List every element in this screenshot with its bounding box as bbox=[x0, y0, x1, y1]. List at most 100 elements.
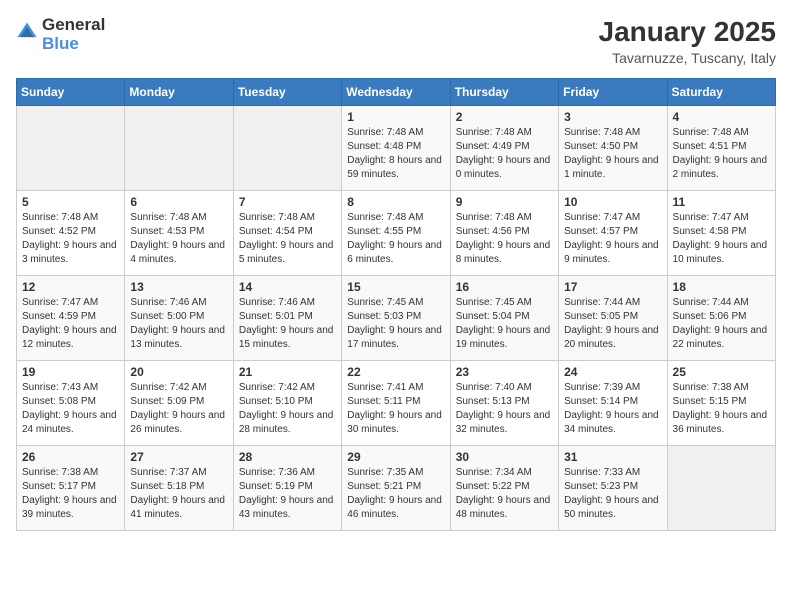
calendar-cell: 29 Sunrise: 7:35 AMSunset: 5:21 PMDayligh… bbox=[342, 446, 450, 531]
day-number: 20 bbox=[130, 365, 227, 379]
day-info: Sunrise: 7:38 AMSunset: 5:17 PMDaylight:… bbox=[22, 466, 119, 522]
weekday-header-row: SundayMondayTuesdayWednesdayThursdayFrid… bbox=[17, 79, 776, 106]
day-number: 6 bbox=[130, 195, 227, 209]
day-info: Sunrise: 7:48 AMSunset: 4:54 PMDaylight:… bbox=[239, 211, 336, 267]
week-row-5: 26 Sunrise: 7:38 AMSunset: 5:17 PMDayligh… bbox=[17, 446, 776, 531]
month-title: January 2025 bbox=[599, 16, 776, 48]
day-number: 29 bbox=[347, 450, 444, 464]
day-number: 2 bbox=[456, 110, 553, 124]
day-info: Sunrise: 7:48 AMSunset: 4:56 PMDaylight:… bbox=[456, 211, 553, 267]
calendar-cell: 31 Sunrise: 7:33 AMSunset: 5:23 PMDayligh… bbox=[559, 446, 667, 531]
day-number: 21 bbox=[239, 365, 336, 379]
day-info: Sunrise: 7:46 AMSunset: 5:00 PMDaylight:… bbox=[130, 296, 227, 352]
day-number: 9 bbox=[456, 195, 553, 209]
day-info: Sunrise: 7:48 AMSunset: 4:52 PMDaylight:… bbox=[22, 211, 119, 267]
calendar-cell: 11Sunrise: 7:47 AMSunset: 4:58 PMDayligh… bbox=[667, 191, 775, 276]
calendar-cell bbox=[17, 106, 125, 191]
week-row-3: 12 Sunrise: 7:47 AMSunset: 4:59 PMDayligh… bbox=[17, 276, 776, 361]
calendar-table: SundayMondayTuesdayWednesdayThursdayFrid… bbox=[16, 78, 776, 531]
calendar-cell: 24Sunrise: 7:39 AMSunset: 5:14 PMDayligh… bbox=[559, 361, 667, 446]
day-info: Sunrise: 7:48 AMSunset: 4:48 PMDaylight:… bbox=[347, 126, 444, 182]
weekday-header-wednesday: Wednesday bbox=[342, 79, 450, 106]
calendar-cell: 28 Sunrise: 7:36 AMSunset: 5:19 PMDayligh… bbox=[233, 446, 341, 531]
weekday-header-saturday: Saturday bbox=[667, 79, 775, 106]
day-info: Sunrise: 7:48 AMSunset: 4:50 PMDaylight:… bbox=[564, 126, 661, 182]
calendar-cell: 17 Sunrise: 7:44 AMSunset: 5:05 PMDayligh… bbox=[559, 276, 667, 361]
calendar-cell bbox=[125, 106, 233, 191]
location-title: Tavarnuzze, Tuscany, Italy bbox=[599, 50, 776, 66]
day-info: Sunrise: 7:42 AMSunset: 5:10 PMDaylight:… bbox=[239, 381, 336, 437]
day-number: 27 bbox=[130, 450, 227, 464]
day-number: 17 bbox=[564, 280, 661, 294]
day-number: 1 bbox=[347, 110, 444, 124]
week-row-4: 19 Sunrise: 7:43 AMSunset: 5:08 PMDayligh… bbox=[17, 361, 776, 446]
day-info: Sunrise: 7:38 AMSunset: 5:15 PMDaylight:… bbox=[673, 381, 770, 437]
day-number: 19 bbox=[22, 365, 119, 379]
day-info: Sunrise: 7:47 AMSunset: 4:59 PMDaylight:… bbox=[22, 296, 119, 352]
day-info: Sunrise: 7:45 AMSunset: 5:03 PMDaylight:… bbox=[347, 296, 444, 352]
calendar-cell: 18 Sunrise: 7:44 AMSunset: 5:06 PMDayligh… bbox=[667, 276, 775, 361]
day-number: 15 bbox=[347, 280, 444, 294]
calendar-cell: 1 Sunrise: 7:48 AMSunset: 4:48 PMDaylight… bbox=[342, 106, 450, 191]
calendar-cell: 19 Sunrise: 7:43 AMSunset: 5:08 PMDayligh… bbox=[17, 361, 125, 446]
day-info: Sunrise: 7:44 AMSunset: 5:06 PMDaylight:… bbox=[673, 296, 770, 352]
day-info: Sunrise: 7:36 AMSunset: 5:19 PMDaylight:… bbox=[239, 466, 336, 522]
day-number: 23 bbox=[456, 365, 553, 379]
day-info: Sunrise: 7:44 AMSunset: 5:05 PMDaylight:… bbox=[564, 296, 661, 352]
calendar-cell: 30 Sunrise: 7:34 AMSunset: 5:22 PMDayligh… bbox=[450, 446, 558, 531]
day-info: Sunrise: 7:47 AMSunset: 4:58 PMDaylight:… bbox=[673, 211, 770, 267]
weekday-header-tuesday: Tuesday bbox=[233, 79, 341, 106]
calendar-cell: 16Sunrise: 7:45 AMSunset: 5:04 PMDayligh… bbox=[450, 276, 558, 361]
week-row-1: 1 Sunrise: 7:48 AMSunset: 4:48 PMDaylight… bbox=[17, 106, 776, 191]
day-info: Sunrise: 7:46 AMSunset: 5:01 PMDaylight:… bbox=[239, 296, 336, 352]
logo-blue-text: Blue bbox=[42, 35, 105, 54]
day-info: Sunrise: 7:43 AMSunset: 5:08 PMDaylight:… bbox=[22, 381, 119, 437]
calendar-cell: 25Sunrise: 7:38 AMSunset: 5:15 PMDayligh… bbox=[667, 361, 775, 446]
logo-icon bbox=[16, 21, 38, 43]
day-number: 13 bbox=[130, 280, 227, 294]
calendar-cell: 9 Sunrise: 7:48 AMSunset: 4:56 PMDaylight… bbox=[450, 191, 558, 276]
calendar-cell: 6 Sunrise: 7:48 AMSunset: 4:53 PMDaylight… bbox=[125, 191, 233, 276]
calendar-cell: 3Sunrise: 7:48 AMSunset: 4:50 PMDaylight… bbox=[559, 106, 667, 191]
calendar-cell: 15 Sunrise: 7:45 AMSunset: 5:03 PMDayligh… bbox=[342, 276, 450, 361]
day-number: 18 bbox=[673, 280, 770, 294]
day-number: 31 bbox=[564, 450, 661, 464]
day-info: Sunrise: 7:35 AMSunset: 5:21 PMDaylight:… bbox=[347, 466, 444, 522]
day-number: 22 bbox=[347, 365, 444, 379]
day-info: Sunrise: 7:48 AMSunset: 4:49 PMDaylight:… bbox=[456, 126, 553, 182]
calendar-cell bbox=[667, 446, 775, 531]
weekday-header-sunday: Sunday bbox=[17, 79, 125, 106]
day-info: Sunrise: 7:41 AMSunset: 5:11 PMDaylight:… bbox=[347, 381, 444, 437]
page-header: General Blue January 2025 Tavarnuzze, Tu… bbox=[16, 16, 776, 66]
day-number: 24 bbox=[564, 365, 661, 379]
calendar-cell: 14 Sunrise: 7:46 AMSunset: 5:01 PMDayligh… bbox=[233, 276, 341, 361]
day-info: Sunrise: 7:40 AMSunset: 5:13 PMDaylight:… bbox=[456, 381, 553, 437]
day-number: 12 bbox=[22, 280, 119, 294]
calendar-cell: 23 Sunrise: 7:40 AMSunset: 5:13 PMDayligh… bbox=[450, 361, 558, 446]
day-info: Sunrise: 7:47 AMSunset: 4:57 PMDaylight:… bbox=[564, 211, 661, 267]
day-info: Sunrise: 7:34 AMSunset: 5:22 PMDaylight:… bbox=[456, 466, 553, 522]
day-number: 30 bbox=[456, 450, 553, 464]
weekday-header-monday: Monday bbox=[125, 79, 233, 106]
day-number: 14 bbox=[239, 280, 336, 294]
calendar-cell: 27Sunrise: 7:37 AMSunset: 5:18 PMDayligh… bbox=[125, 446, 233, 531]
logo-general-text: General bbox=[42, 16, 105, 35]
day-info: Sunrise: 7:33 AMSunset: 5:23 PMDaylight:… bbox=[564, 466, 661, 522]
logo: General Blue bbox=[16, 16, 105, 53]
day-number: 28 bbox=[239, 450, 336, 464]
calendar-cell: 7 Sunrise: 7:48 AMSunset: 4:54 PMDaylight… bbox=[233, 191, 341, 276]
day-number: 7 bbox=[239, 195, 336, 209]
calendar-cell: 12 Sunrise: 7:47 AMSunset: 4:59 PMDayligh… bbox=[17, 276, 125, 361]
calendar-cell: 2 Sunrise: 7:48 AMSunset: 4:49 PMDaylight… bbox=[450, 106, 558, 191]
day-number: 8 bbox=[347, 195, 444, 209]
calendar-cell: 4Sunrise: 7:48 AMSunset: 4:51 PMDaylight… bbox=[667, 106, 775, 191]
calendar-cell bbox=[233, 106, 341, 191]
day-info: Sunrise: 7:45 AMSunset: 5:04 PMDaylight:… bbox=[456, 296, 553, 352]
weekday-header-friday: Friday bbox=[559, 79, 667, 106]
weekday-header-thursday: Thursday bbox=[450, 79, 558, 106]
calendar-cell: 13 Sunrise: 7:46 AMSunset: 5:00 PMDayligh… bbox=[125, 276, 233, 361]
day-info: Sunrise: 7:48 AMSunset: 4:53 PMDaylight:… bbox=[130, 211, 227, 267]
day-info: Sunrise: 7:42 AMSunset: 5:09 PMDaylight:… bbox=[130, 381, 227, 437]
day-number: 4 bbox=[673, 110, 770, 124]
day-number: 26 bbox=[22, 450, 119, 464]
